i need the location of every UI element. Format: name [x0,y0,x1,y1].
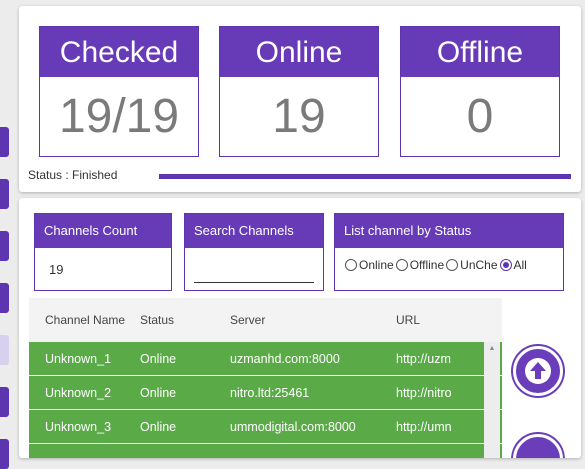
radio-offline-circle[interactable] [395,259,408,271]
cell-server: uzmanhd.com:8000 [230,351,340,366]
progress-bar [159,174,571,179]
sidebar-tab-1[interactable] [0,127,9,157]
table-header: Channel Name Status Server URL [29,298,502,342]
channels-panel: Channels Count 19 Search Channels List c… [19,198,581,458]
cell-channel-name: Unknown_2 [45,385,112,400]
online-stat-value: 19 [272,90,326,143]
table-row[interactable]: Unknown_2 Online nitro.ltd:25461 http://… [29,376,502,410]
caret-up-icon[interactable]: ▲ [484,342,500,356]
channels-count-label: Channels Count [35,214,171,248]
cell-url: http://uzm [396,351,451,366]
search-channels-label: Search Channels [185,214,323,248]
checked-stat-value: 19/19 [58,90,180,143]
cell-status: Online [140,385,177,400]
sidebar-tab-7[interactable] [0,439,9,469]
radio-unchecked-circle[interactable] [446,259,459,271]
online-stat-label: Online [220,27,378,77]
sidebar-tab-3[interactable] [0,231,9,261]
radio-unchecked[interactable]: UnChe [446,258,498,272]
column-server[interactable]: Server [230,313,396,327]
radio-unchecked-label: UnChe [460,258,498,272]
radio-all[interactable]: All [499,258,527,272]
sidebar-tab-4[interactable] [0,283,9,313]
cell-channel-name: Unknown_1 [45,351,112,366]
radio-online-label: Online [359,258,394,272]
status-filter-box: List channel by Status Online Offline Un… [334,213,564,291]
offline-stat-value: 0 [466,90,494,143]
checked-stat-label: Checked [40,27,198,77]
secondary-action-button[interactable] [513,434,563,458]
radio-offline[interactable]: Offline [395,258,445,272]
cell-url: http://nitro [396,385,452,400]
cell-url: http://umn [396,419,452,434]
cell-channel-name: Unknown_3 [45,419,112,434]
search-channels-box: Search Channels [184,213,324,291]
offline-stat-card: Offline 0 [400,26,560,157]
cell-server: ummodigital.com:8000 [230,419,356,434]
channels-count-value: 19 [49,262,64,277]
table-row[interactable]: Unknown_3 Online ummodigital.com:8000 ht… [29,410,502,444]
arrow-up-icon [525,358,551,384]
table-row[interactable]: Unknown_1 Online uzmanhd.com:8000 http:/… [29,342,502,376]
offline-stat-label: Offline [401,27,559,77]
status-radio-group: Online Offline UnChe All [335,248,563,272]
checked-stat-card: Checked 19/19 [39,26,199,157]
column-channel-name[interactable]: Channel Name [29,313,140,327]
table-scrollbar[interactable]: ▲ [484,342,500,458]
channels-table: Channel Name Status Server URL Unknown_1… [29,298,502,458]
cell-status: Online [140,351,177,366]
status-filter-label: List channel by Status [335,214,563,248]
radio-online-circle[interactable] [345,259,357,271]
sidebar-tab-6[interactable] [0,387,9,417]
radio-online[interactable]: Online [345,258,394,272]
sidebar-tab-2[interactable] [0,179,9,209]
status-text: Status : Finished [28,168,118,182]
column-url[interactable]: URL [396,313,487,327]
online-stat-card: Online 19 [219,26,379,157]
cell-server: nitro.ltd:25461 [230,385,310,400]
radio-all-circle[interactable] [499,259,512,271]
radio-all-label: All [513,258,527,272]
sidebar-tab-5[interactable] [0,335,9,365]
search-channels-input[interactable] [194,264,314,283]
cell-status: Online [140,419,177,434]
channels-count-box: Channels Count 19 [34,213,172,291]
scroll-to-top-button[interactable] [513,346,563,396]
radio-offline-label: Offline [409,258,445,272]
column-status[interactable]: Status [140,313,230,327]
table-row[interactable] [29,444,502,458]
stats-panel: Checked 19/19 Online 19 Offline 0 Status… [19,6,581,192]
